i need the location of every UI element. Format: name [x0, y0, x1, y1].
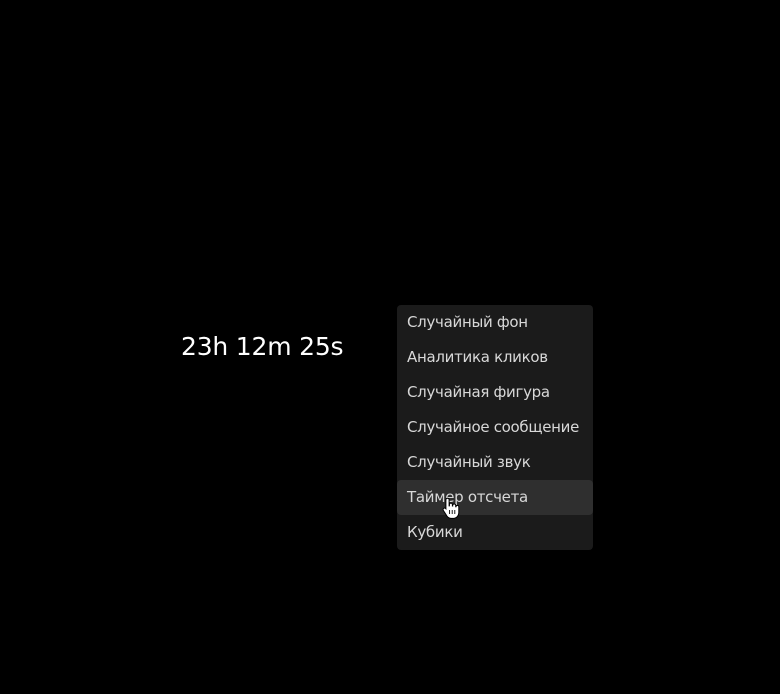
- context-menu: Случайный фон Аналитика кликов Случайная…: [397, 305, 593, 550]
- menu-item-random-message[interactable]: Случайное сообщение: [397, 410, 593, 445]
- menu-item-click-analytics[interactable]: Аналитика кликов: [397, 340, 593, 375]
- menu-item-random-shape[interactable]: Случайная фигура: [397, 375, 593, 410]
- page-background[interactable]: 23h 12m 25s Случайный фон Аналитика клик…: [0, 0, 780, 694]
- menu-item-dice[interactable]: Кубики: [397, 515, 593, 550]
- menu-item-random-sound[interactable]: Случайный звук: [397, 445, 593, 480]
- menu-item-countdown-timer[interactable]: Таймер отсчета: [397, 480, 593, 515]
- menu-item-random-background[interactable]: Случайный фон: [397, 305, 593, 340]
- countdown-timer: 23h 12m 25s: [181, 332, 344, 361]
